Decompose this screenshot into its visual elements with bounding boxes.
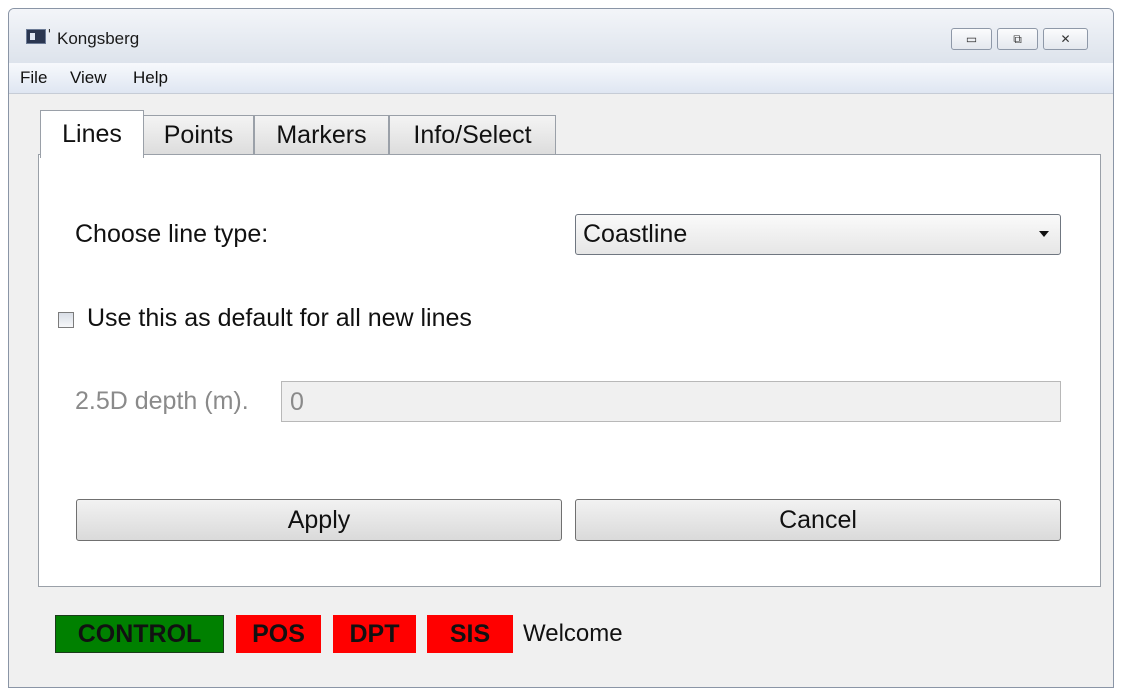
status-dpt-badge: DPT (333, 615, 416, 653)
depth-label: 2.5D depth (m). (75, 387, 249, 415)
status-control-badge: CONTROL (55, 615, 224, 653)
status-sis-badge: SIS (427, 615, 513, 653)
depth-value: 0 (290, 388, 304, 416)
maximize-button[interactable]: ⧉ (997, 28, 1038, 50)
depth-input[interactable]: 0 (281, 381, 1061, 422)
tab-info-select[interactable]: Info/Select (389, 115, 556, 155)
default-checkbox[interactable] (58, 312, 74, 328)
chevron-down-icon (1039, 231, 1049, 237)
menu-file[interactable]: File (20, 68, 47, 88)
close-button[interactable]: ✕ (1043, 28, 1088, 50)
cancel-button[interactable]: Cancel (575, 499, 1061, 541)
tab-lines[interactable]: Lines (40, 110, 144, 158)
menu-help[interactable]: Help (133, 68, 168, 88)
status-pos-badge: POS (236, 615, 321, 653)
tab-markers[interactable]: Markers (254, 115, 389, 155)
default-checkbox-label[interactable]: Use this as default for all new lines (87, 304, 472, 333)
app-window: ' Kongsberg ▭ ⧉ ✕ File View Help Lines P… (8, 8, 1114, 688)
line-type-label: Choose line type: (75, 220, 269, 248)
menu-view[interactable]: View (70, 68, 107, 88)
status-message: Welcome (523, 620, 623, 647)
app-icon: ' (26, 27, 51, 44)
lines-tab-panel: Choose line type: Coastline Use this as … (38, 154, 1101, 587)
title-bar[interactable]: ' Kongsberg ▭ ⧉ ✕ (9, 9, 1113, 63)
tab-points[interactable]: Points (143, 115, 254, 155)
menu-bar: File View Help (9, 63, 1113, 94)
window-title: Kongsberg (57, 29, 140, 48)
apply-button[interactable]: Apply (76, 499, 562, 541)
line-type-select[interactable]: Coastline (575, 214, 1061, 255)
minimize-button[interactable]: ▭ (951, 28, 992, 50)
line-type-value: Coastline (583, 220, 688, 248)
